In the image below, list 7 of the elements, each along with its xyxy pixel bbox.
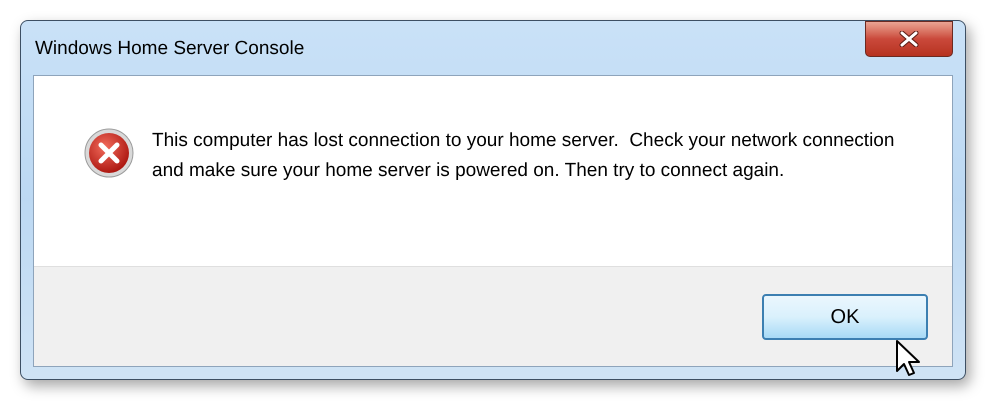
ok-button[interactable]: OK bbox=[762, 294, 928, 340]
close-button[interactable] bbox=[865, 21, 953, 57]
close-icon bbox=[899, 31, 919, 47]
cursor-icon bbox=[895, 339, 921, 377]
window-title: Windows Home Server Console bbox=[34, 36, 304, 61]
error-message: This computer has lost connection to your home server. Check your network connection and make sure your home server is powered on. Then try to connect again. bbox=[152, 129, 896, 183]
error-icon bbox=[84, 128, 134, 178]
